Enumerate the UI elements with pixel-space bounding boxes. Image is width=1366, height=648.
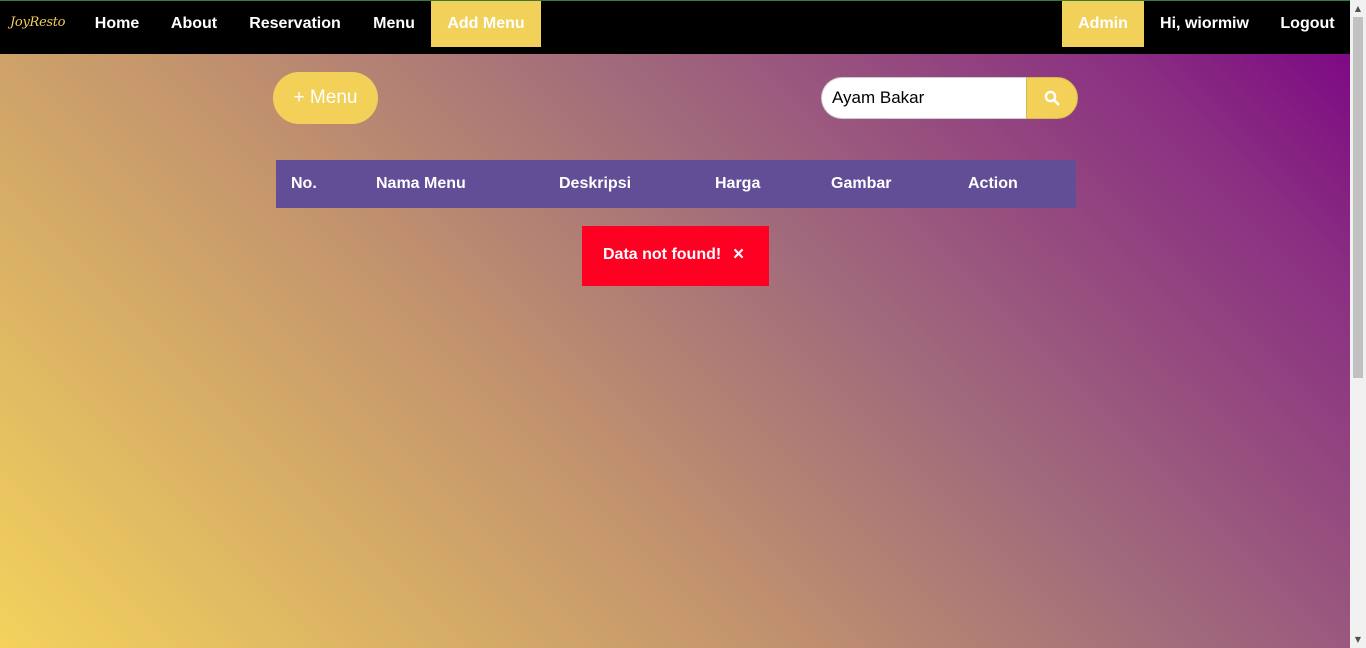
nav-reservation[interactable]: Reservation — [233, 1, 357, 47]
nav-admin[interactable]: Admin — [1062, 1, 1144, 47]
search-button[interactable] — [1026, 77, 1078, 119]
column-header-harga: Harga — [715, 175, 761, 192]
column-header-gambar: Gambar — [831, 175, 892, 192]
nav-add-menu[interactable]: Add Menu — [431, 1, 541, 47]
column-header-action: Action — [968, 175, 1018, 192]
scroll-down-icon[interactable]: ▼ — [1350, 631, 1366, 648]
alert-message: Data not found! — [603, 246, 722, 263]
scroll-up-icon[interactable]: ▲ — [1350, 0, 1366, 17]
nav-menu[interactable]: Menu — [357, 1, 431, 47]
top-navbar: JoyResto Home About Reservation Menu Add… — [0, 0, 1350, 54]
add-menu-button[interactable]: + Menu — [273, 72, 378, 124]
scrollbar-thumb[interactable] — [1353, 17, 1363, 378]
brand-logo[interactable]: JoyResto — [10, 15, 65, 30]
search-input[interactable] — [821, 77, 1027, 119]
page-background: JoyResto Home About Reservation Menu Add… — [0, 0, 1350, 648]
column-header-no: No. — [291, 175, 317, 192]
user-greeting: Hi, wiormiw — [1160, 15, 1249, 32]
search-icon — [1044, 90, 1060, 106]
table-header-row: No. Nama Menu Deskripsi Harga Gambar Act… — [276, 160, 1076, 208]
nav-home[interactable]: Home — [79, 1, 155, 47]
close-icon[interactable]: × — [733, 226, 744, 284]
vertical-scrollbar[interactable]: ▲ ▼ — [1350, 0, 1366, 648]
nav-about[interactable]: About — [155, 1, 233, 47]
column-header-nama-menu: Nama Menu — [376, 175, 466, 192]
not-found-alert: Data not found! × — [582, 226, 769, 286]
column-header-deskripsi: Deskripsi — [559, 175, 632, 192]
nav-logout[interactable]: Logout — [1265, 1, 1350, 47]
